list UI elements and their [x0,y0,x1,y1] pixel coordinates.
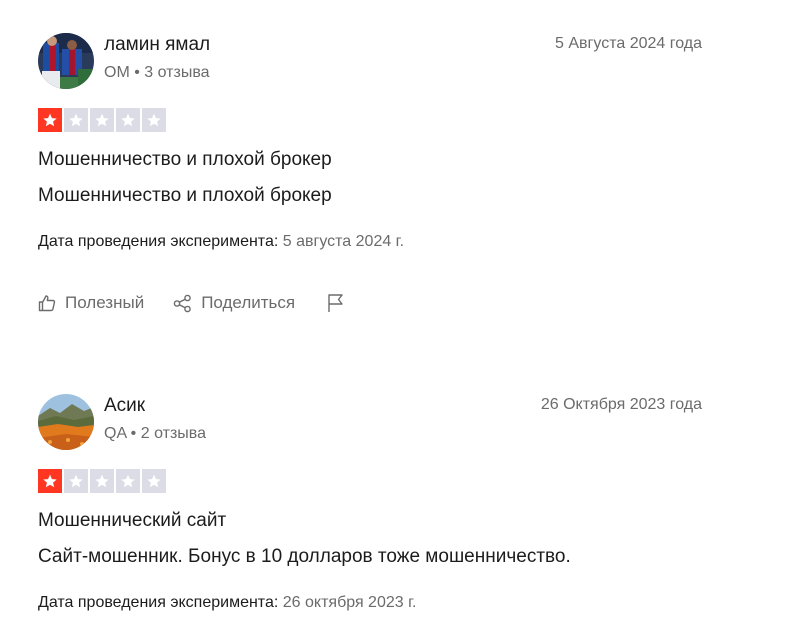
share-icon [173,294,192,312]
review-date: 26 Октября 2023 года [540,396,702,413]
reviewer-review-count: 3 отзыва [144,64,210,81]
reviewer-name[interactable]: ламин ямал [104,34,210,56]
avatar[interactable] [38,33,94,89]
avatar[interactable] [38,394,94,450]
star-icon [38,108,62,132]
review-title[interactable]: Мошеннический сайт [38,510,226,532]
reviewer-meta: QA • 2 отзыва [104,425,206,443]
landscape-poppy-field-photo-icon [38,394,94,450]
reviewer-review-count: 2 отзыва [140,425,207,442]
flag-icon [328,294,343,312]
star-icon [116,108,140,132]
thumbs-up-icon [38,295,56,312]
experience-date: Дата проведения эксперимента: 5 августа … [38,233,404,251]
football-players-photo-icon [38,33,94,89]
star-icon [90,469,114,493]
reviewer-meta: OM • 3 отзыва [104,64,210,82]
star-rating [38,469,166,495]
star-icon [90,108,114,132]
review-card: Асик QA • 2 отзыва 26 Октября 2023 года … [38,394,702,630]
share-label: Поделиться [201,293,296,312]
meta-separator: • [126,425,141,442]
meta-separator: • [129,64,145,81]
experience-date-label: Дата проведения эксперимента: [38,233,279,250]
star-icon [116,469,140,493]
star-icon [142,108,166,132]
star-icon [142,469,166,493]
review-title[interactable]: Мошенничество и плохой брокер [38,149,332,171]
report-button[interactable] [327,293,345,313]
star-icon [38,469,62,493]
review-actions: Полезный Поделиться [38,293,345,313]
star-icon [64,108,88,132]
experience-date: Дата проведения эксперимента: 26 октября… [38,594,416,612]
review-text: Сайт-мошенник. Бонус в 10 долларов тоже … [38,546,571,567]
reviewer-name[interactable]: Асик [104,395,145,417]
experience-date-value: 26 октября 2023 г. [282,594,417,611]
share-button[interactable]: Поделиться [173,293,295,313]
review-text: Мошенничество и плохой брокер [38,185,332,206]
reviewer-country: QA [104,425,127,442]
experience-date-value: 5 августа 2024 г. [282,233,405,250]
star-rating [38,108,166,134]
star-icon [64,469,88,493]
review-card: ламин ямал OM • 3 отзыва 5 Августа 2024 … [38,33,702,333]
reviewer-country: OM [104,64,130,81]
review-date: 5 Августа 2024 года [555,35,702,52]
useful-button[interactable]: Полезный [38,293,144,313]
experience-date-label: Дата проведения эксперимента: [38,594,279,611]
useful-label: Полезный [65,293,145,312]
